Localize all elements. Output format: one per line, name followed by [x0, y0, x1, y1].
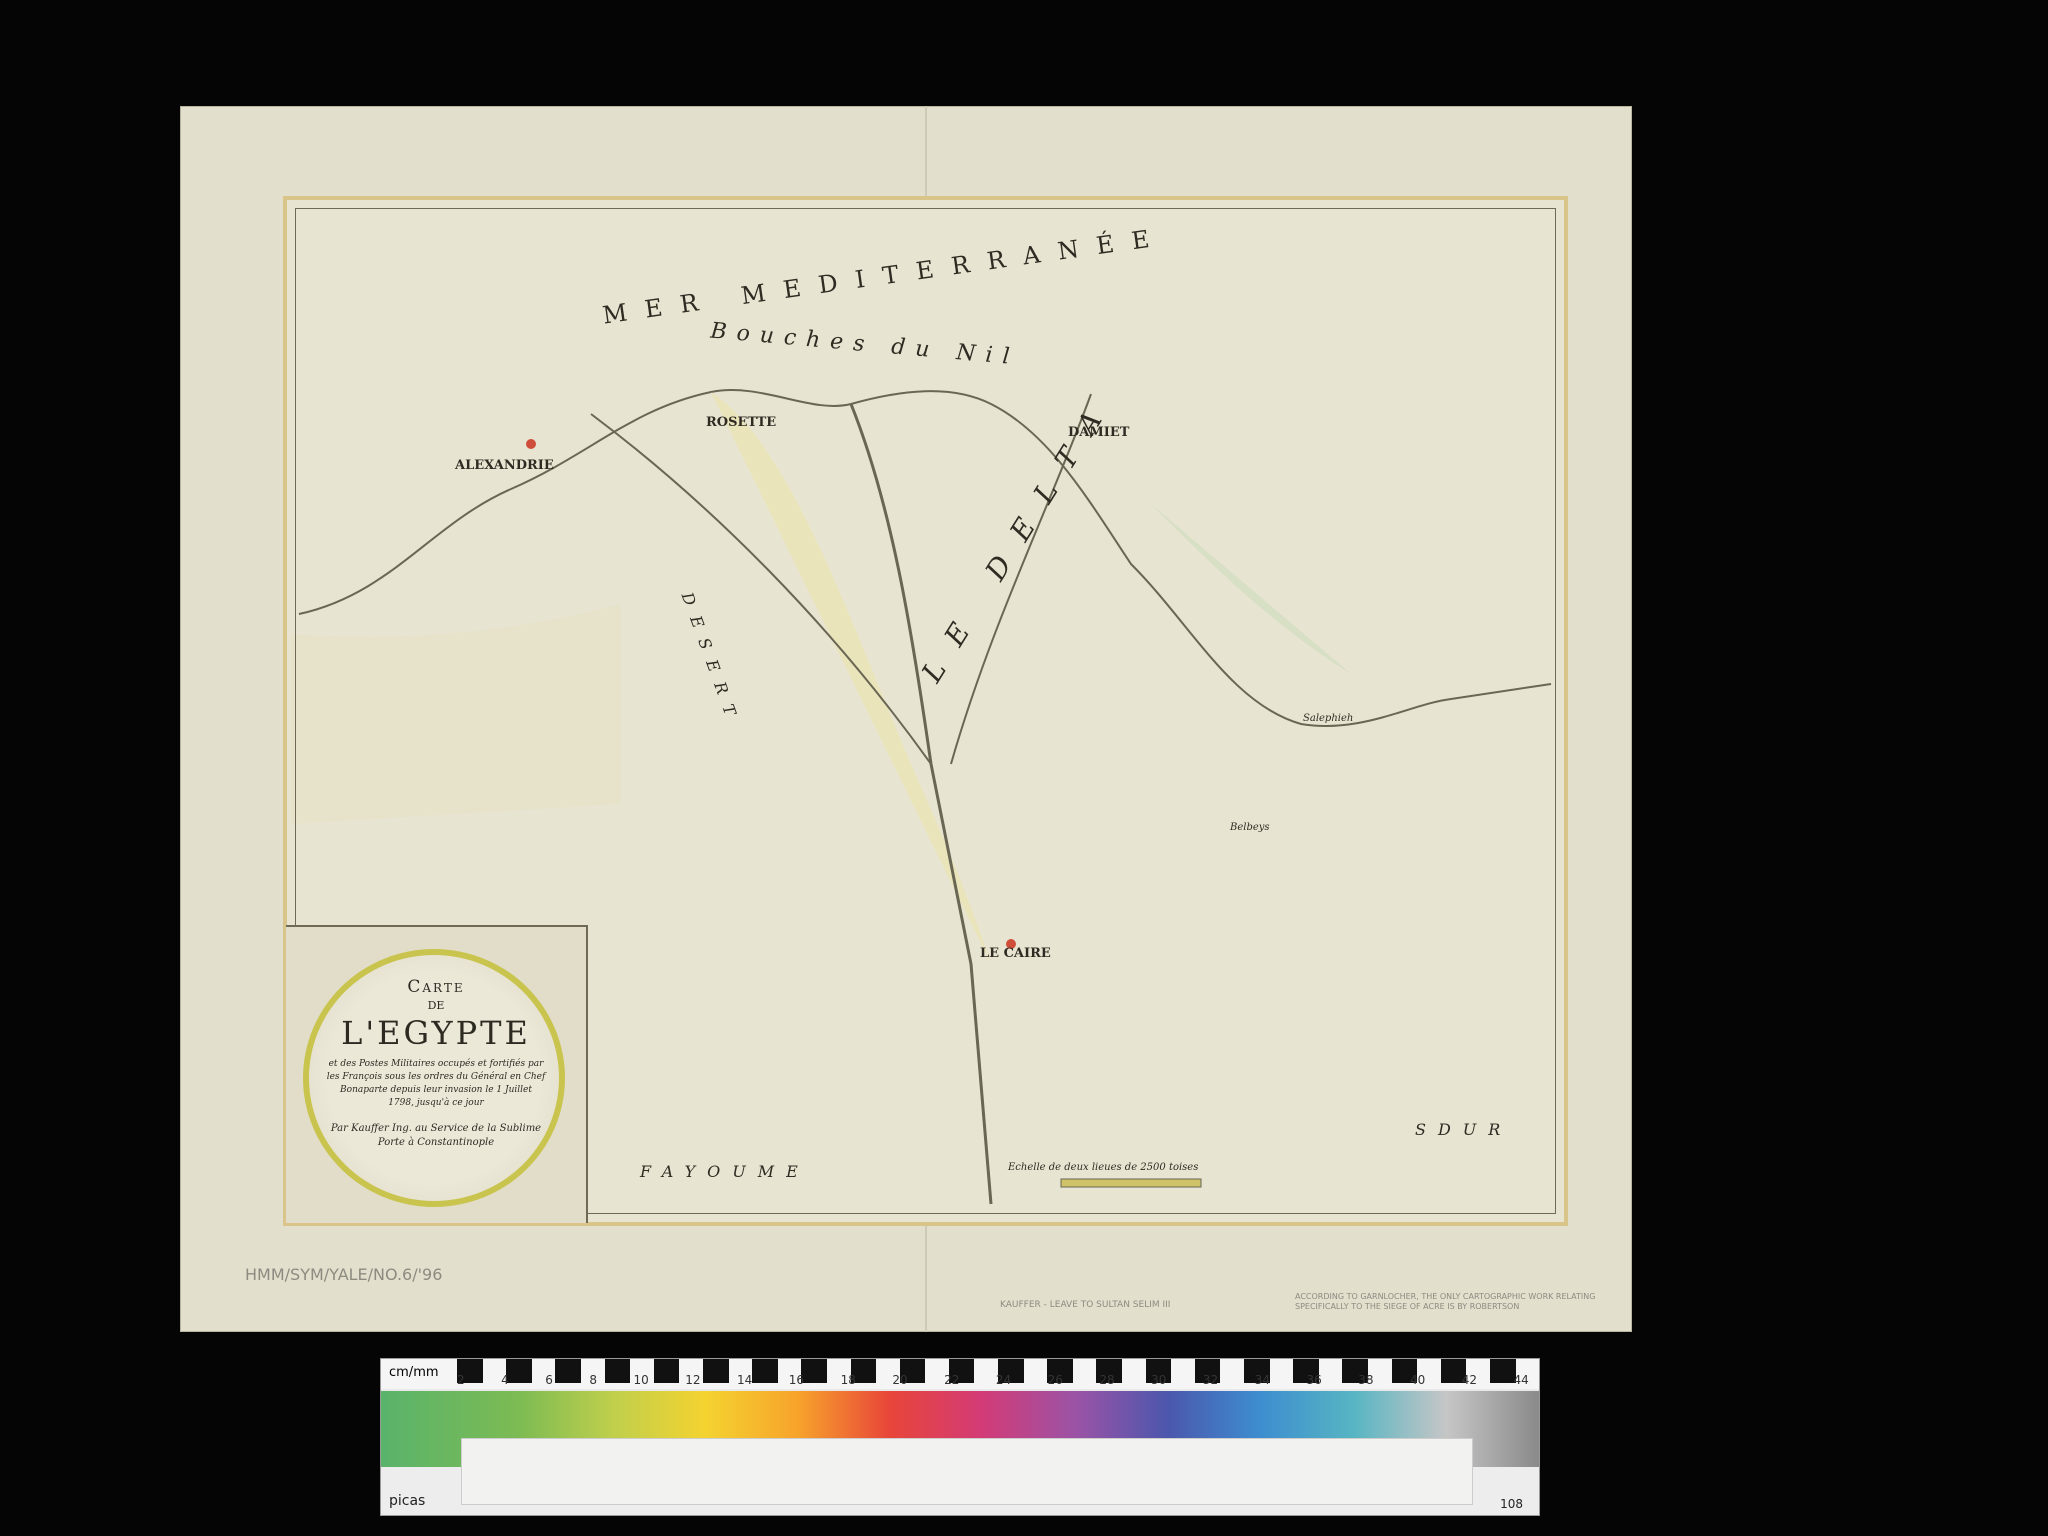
nile-river	[849, 403, 993, 1205]
sdur-label: SDUR	[1415, 1120, 1513, 1139]
ruler-number: 38	[1358, 1373, 1374, 1387]
alexandrie-label: ALEXANDRIE	[455, 458, 554, 473]
scale-bar	[1060, 1178, 1202, 1188]
ruler-number: 20	[892, 1373, 908, 1387]
pencil-note-center: KAUFFER - LEAVE TO SULTAN SELIM III	[1000, 1300, 1171, 1310]
ruler-number: 10	[633, 1373, 649, 1387]
fayoum-label: FAYOUME	[640, 1162, 810, 1181]
ruler-number: 44	[1513, 1373, 1529, 1387]
cartouche-author: Par Kauffer Ing. au Service de la Sublim…	[330, 1123, 542, 1148]
belbeys-label: Belbeys	[1230, 822, 1270, 833]
ruler-numbers: 2 4 6 8 10 12 14 16 18 20 22 24 26 28 30 32 34 36 38 40 42 44	[457, 1373, 1529, 1387]
tape-label	[461, 1438, 1473, 1505]
ruler-number: 26	[1047, 1373, 1063, 1387]
ruler-number: 12	[685, 1373, 701, 1387]
ruler-unit-top: cm/mm	[389, 1365, 439, 1380]
ruler-number: 32	[1202, 1373, 1219, 1387]
ruler-number: 36	[1306, 1373, 1322, 1387]
ruler-number: 6	[545, 1373, 553, 1387]
ruler-number: 30	[1151, 1373, 1167, 1387]
ruler-number: 28	[1099, 1373, 1115, 1387]
ruler-number: 8	[589, 1373, 598, 1387]
ruler-end-number: 108	[1500, 1497, 1523, 1511]
rosetta-branch	[590, 413, 932, 765]
ruler-number: 18	[840, 1373, 856, 1387]
le-caire-label: LE CAIRE	[980, 946, 1051, 961]
ruler-unit-bottom: picas	[389, 1493, 426, 1509]
ruler-number: 34	[1254, 1373, 1270, 1387]
ruler-number: 14	[737, 1373, 753, 1387]
cartouche-carte: Carte	[407, 977, 465, 997]
ruler-number: 2	[457, 1373, 465, 1387]
cartouche-title: L'EGYPTE	[341, 1014, 531, 1052]
scale-label: Echelle de deux lieues de 2500 toises	[1008, 1162, 1199, 1173]
cartouche-text: Carte DE L'EGYPTE et des Postes Militair…	[326, 977, 546, 1150]
title-cartouche: Carte DE L'EGYPTE et des Postes Militair…	[286, 925, 588, 1223]
ruler-number: 4	[501, 1373, 509, 1387]
lake-menzaleh	[1151, 504, 1351, 674]
ruler-number: 22	[944, 1373, 960, 1387]
ruler-number: 40	[1409, 1373, 1426, 1387]
cartouche-subtitle: et des Postes Militaires occupés et fort…	[326, 1059, 546, 1108]
salehieh-label: Salephieh	[1303, 713, 1354, 724]
desert-west	[291, 604, 621, 824]
ruler-number: 16	[788, 1373, 805, 1387]
cartouche-de: DE	[427, 999, 445, 1012]
alexandria-marker	[526, 439, 536, 449]
pencil-note-right: ACCORDING TO GARNLOCHER, THE ONLY CARTOG…	[1295, 1292, 1596, 1311]
pencil-note-left: HMM/SYM/YALE/NO.6/'96	[245, 1265, 443, 1284]
ruler-number: 42	[1461, 1373, 1478, 1387]
ruler-number: 24	[995, 1373, 1012, 1387]
rosette-label: ROSETTE	[706, 415, 777, 430]
